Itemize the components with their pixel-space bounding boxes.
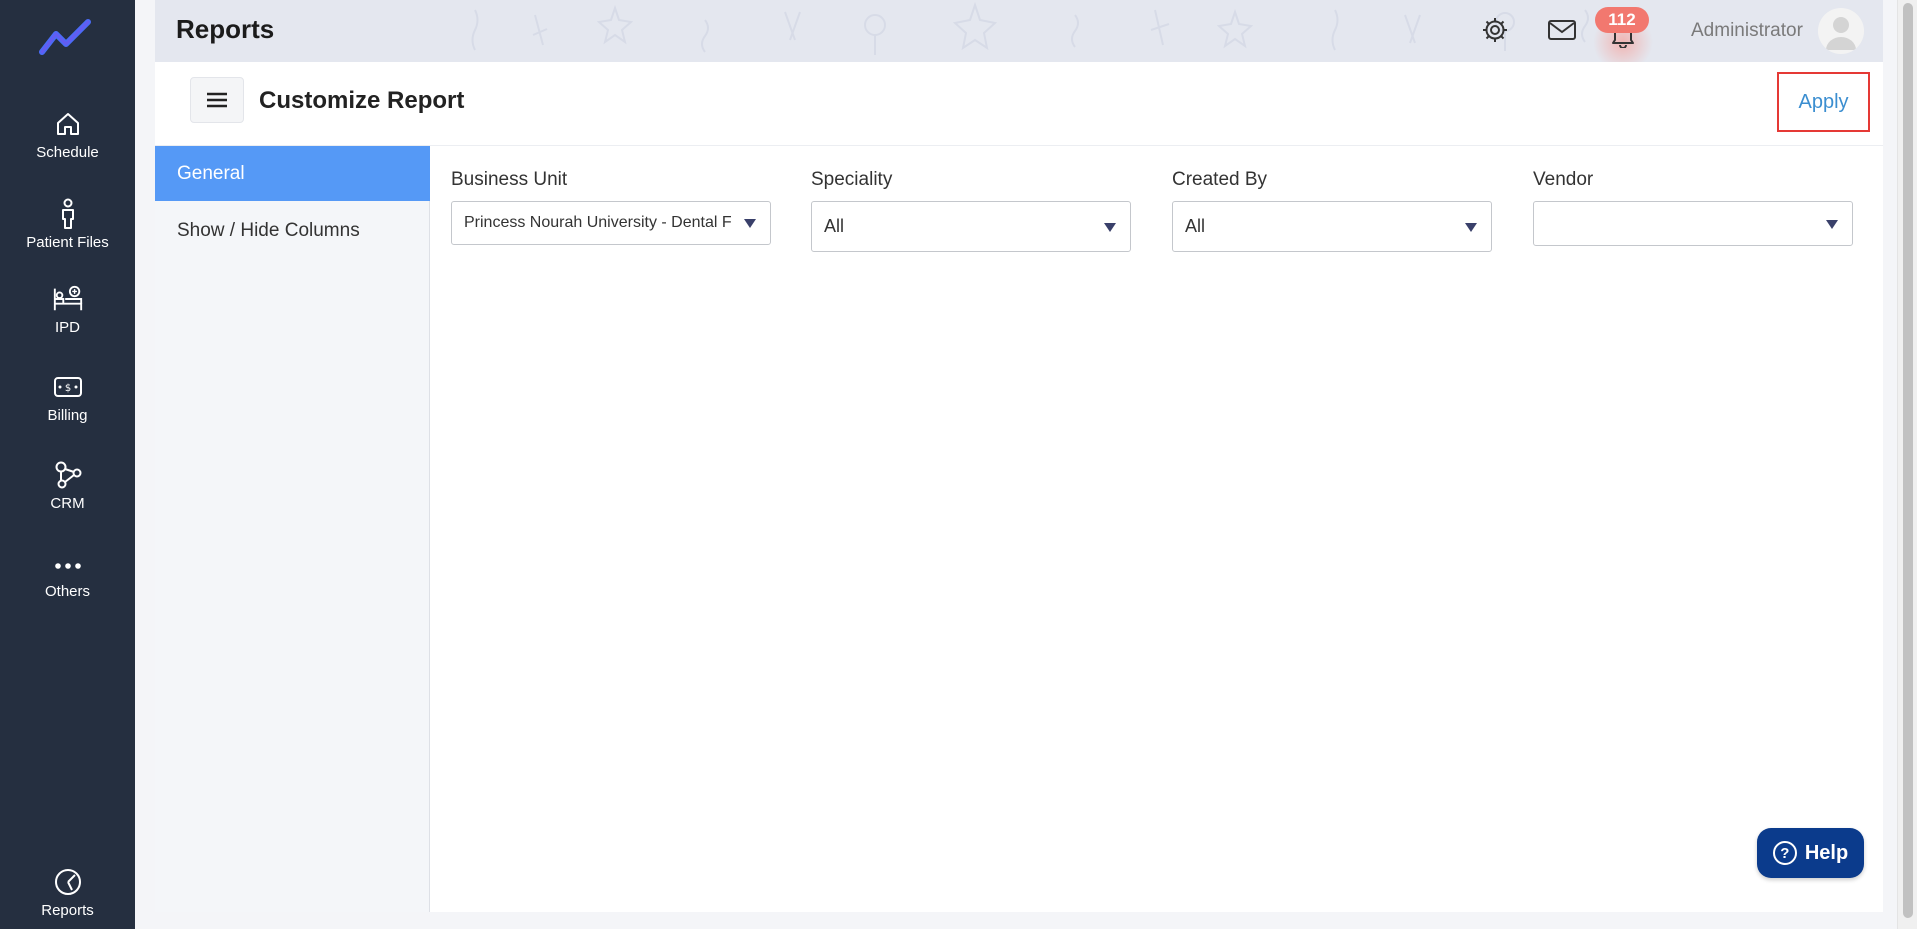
select-value: Princess Nourah University - Dental F <box>464 214 732 231</box>
question-icon: ? <box>1772 841 1797 865</box>
panel-header: Customize Report Apply <box>155 62 1883 146</box>
sidebar-item-crm[interactable]: CRM <box>0 459 135 539</box>
sidebar-item-label: Patient Files <box>26 234 109 251</box>
gear-icon[interactable] <box>1479 14 1511 46</box>
mail-icon[interactable] <box>1546 14 1578 46</box>
sidebar-item-schedule[interactable]: Schedule <box>0 108 135 188</box>
settings-tabs: General Show / Hide Columns <box>155 146 430 912</box>
avatar[interactable] <box>1818 8 1864 54</box>
sidebar-item-patient-files[interactable]: Patient Files <box>0 198 135 278</box>
speciality-select[interactable]: All <box>811 201 1131 252</box>
sidebar-item-label: Others <box>44 583 90 600</box>
topbar: Reports 112 Administrator <box>155 0 1883 62</box>
sidebar-item-billing[interactable]: $ Billing <box>0 371 135 451</box>
help-label: Help <box>1804 841 1849 864</box>
network-icon <box>52 459 84 491</box>
tab-general[interactable]: General <box>155 146 430 201</box>
trend-line-icon[interactable] <box>38 18 92 58</box>
caret-down-icon <box>1104 222 1116 232</box>
filter-label: Speciality <box>811 169 893 190</box>
menu-toggle-button[interactable] <box>190 77 244 123</box>
sidebar-item-label: Schedule <box>36 144 99 161</box>
vendor-select[interactable] <box>1533 201 1853 246</box>
caret-down-icon <box>1465 222 1477 232</box>
sidebar-item-label: Reports <box>41 902 94 919</box>
apply-button[interactable]: Apply <box>1777 72 1870 132</box>
panel-title: Customize Report <box>259 87 465 114</box>
cash-icon: $ <box>52 371 84 403</box>
created-by-select[interactable]: All <box>1172 201 1492 252</box>
svg-text:$: $ <box>64 383 70 394</box>
sidebar-item-label: Billing <box>47 407 88 424</box>
select-value: All <box>824 216 845 236</box>
sidebar: Schedule Patient Files IPD $ Billing CRM <box>0 0 135 929</box>
sidebar-item-ipd[interactable]: IPD <box>0 283 135 363</box>
filter-label: Vendor <box>1533 169 1594 190</box>
pie-chart-icon <box>52 866 84 898</box>
caret-down-icon <box>1826 219 1838 229</box>
tab-show-hide-columns[interactable]: Show / Hide Columns <box>155 203 430 258</box>
customize-report-panel: Customize Report Apply General Show / Hi… <box>155 62 1883 912</box>
app-root: Schedule Patient Files IPD $ Billing CRM <box>0 0 1917 929</box>
filter-label: Business Unit <box>451 169 568 190</box>
filter-label: Created By <box>1172 169 1268 190</box>
sidebar-item-label: IPD <box>54 319 80 336</box>
sidebar-item-others[interactable]: Others <box>0 547 135 627</box>
select-value: All <box>1185 216 1206 236</box>
person-icon <box>52 198 84 230</box>
page-title: Reports <box>176 14 275 44</box>
sidebar-item-label: CRM <box>50 495 85 512</box>
page-scrollbar[interactable] <box>1897 0 1917 929</box>
sidebar-item-reports[interactable]: Reports <box>0 866 135 929</box>
scrollbar-thumb[interactable] <box>1903 3 1913 918</box>
hospital-bed-icon <box>52 283 84 315</box>
user-name[interactable]: Administrator <box>1691 20 1803 42</box>
business-unit-select[interactable]: Princess Nourah University - Dental F <box>451 201 771 245</box>
help-button[interactable]: ? Help <box>1757 828 1864 878</box>
hamburger-icon <box>207 92 227 108</box>
caret-down-icon <box>744 219 756 228</box>
home-icon <box>52 108 84 140</box>
user-avatar-icon <box>1818 8 1864 54</box>
more-dots-icon <box>52 547 84 579</box>
notification-badge[interactable]: 112 <box>1595 7 1649 33</box>
